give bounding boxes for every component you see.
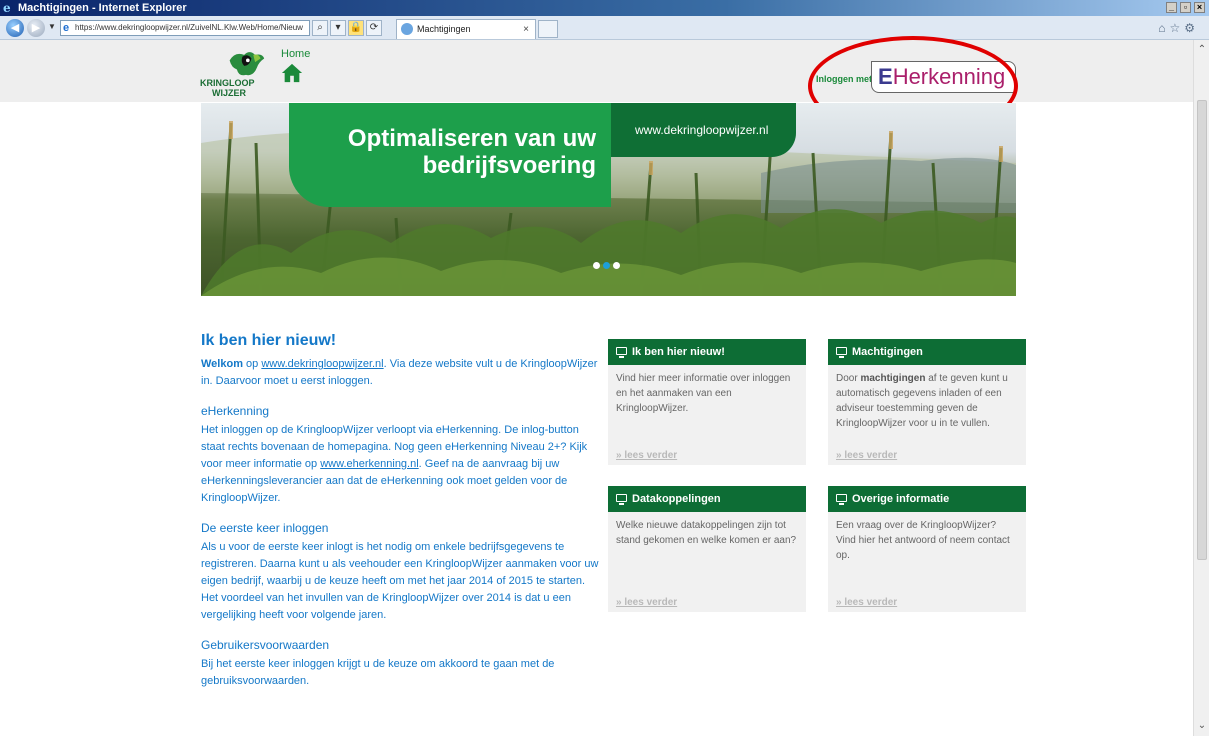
- favorites-star-icon[interactable]: ☆: [1169, 21, 1184, 35]
- search-icon[interactable]: ⌕: [312, 20, 328, 36]
- card-ik-ben-hier-nieuw[interactable]: Ik ben hier nieuw! Vind hier meer inform…: [608, 339, 806, 465]
- tab-page-icon: [401, 23, 413, 35]
- address-bar[interactable]: e https://www.dekringloopwijzer.nl/Zuive…: [60, 20, 310, 36]
- address-tools: ⌕ ▾ 🔒 ⟳: [312, 20, 382, 36]
- intro-paragraph: Welkom op www.dekringloopwijzer.nl. Via …: [201, 356, 601, 390]
- scroll-up-icon[interactable]: ⌃: [1194, 42, 1209, 58]
- home-icon[interactable]: ⌂: [1158, 21, 1169, 35]
- site-link[interactable]: www.dekringloopwijzer.nl: [261, 358, 383, 370]
- lees-verder-link[interactable]: » lees verder: [616, 450, 677, 461]
- home-link[interactable]: Home: [281, 48, 310, 60]
- new-tab-button[interactable]: [538, 20, 558, 38]
- card-body: Een vraag over de KringloopWijzer? Vind …: [836, 520, 1010, 561]
- slide-dot[interactable]: [593, 262, 600, 269]
- gear-icon[interactable]: ⚙: [1184, 21, 1199, 35]
- hero-headline: Optimaliseren van uw bedrijfsvoering: [296, 125, 596, 179]
- card-overige-informatie[interactable]: Overige informatie Een vraag over de Kri…: [828, 486, 1026, 612]
- toolbar-right-icons: ⌂☆⚙: [1158, 21, 1199, 35]
- address-text: https://www.dekringloopwijzer.nl/ZuivelN…: [75, 23, 303, 32]
- lees-verder-link[interactable]: » lees verder: [616, 597, 677, 608]
- section-terms-title: Gebruikersvoorwaarden: [201, 638, 330, 652]
- dropdown-icon[interactable]: ▾: [330, 20, 346, 36]
- ie-logo-icon: e: [3, 1, 11, 15]
- monitor-icon: [836, 347, 847, 358]
- card-body-bold: machtigingen: [860, 373, 926, 384]
- scroll-thumb[interactable]: [1197, 100, 1207, 560]
- kringloopwijzer-logo[interactable]: KRINGLOOP WIJZER: [200, 49, 276, 99]
- window-title: Machtigingen - Internet Explorer: [18, 2, 187, 14]
- section-eherkenning-text: Het inloggen op de KringloopWijzer verlo…: [201, 422, 601, 507]
- card-body-a: Door: [836, 373, 861, 384]
- card-body: Welke nieuwe datakoppelingen zijn tot st…: [616, 520, 797, 546]
- back-button[interactable]: ◀: [6, 19, 24, 37]
- slide-indicators: [593, 262, 620, 269]
- intro-bold: Welkom: [201, 358, 243, 370]
- monitor-icon: [616, 347, 627, 358]
- hero-headline-line-2: bedrijfsvoering: [422, 152, 596, 179]
- tab-close-icon[interactable]: ×: [523, 20, 529, 39]
- section-eherkenning-title: eHerkenning: [201, 404, 270, 418]
- slide-dot[interactable]: [613, 262, 620, 269]
- refresh-icon[interactable]: ⟳: [366, 20, 382, 36]
- card-datakoppelingen[interactable]: Datakoppelingen Welke nieuwe datakoppeli…: [608, 486, 806, 612]
- logo-line-2: WIJZER: [212, 88, 247, 98]
- article-title: Ik ben hier nieuw!: [201, 332, 337, 349]
- hero-headline-line-1: Optimaliseren van uw: [347, 125, 596, 152]
- hero-url[interactable]: www.dekringloopwijzer.nl: [635, 123, 768, 137]
- browser-toolbar: ◀ ▶ ▼ e https://www.dekringloopwijzer.nl…: [0, 16, 1209, 40]
- card-title: Overige informatie: [852, 493, 950, 505]
- lees-verder-link[interactable]: » lees verder: [836, 450, 897, 461]
- tab-title: Machtigingen: [417, 24, 471, 34]
- card-header[interactable]: Ik ben hier nieuw!: [608, 339, 806, 365]
- monitor-icon: [616, 494, 627, 505]
- cow-logo-icon: [229, 52, 265, 76]
- page-icon: e: [63, 22, 70, 34]
- lock-icon[interactable]: 🔒: [348, 20, 364, 36]
- history-dropdown-icon[interactable]: ▼: [48, 22, 56, 31]
- section-terms-text: Bij het eerste keer inloggen krijgt u de…: [201, 658, 555, 687]
- home-icon[interactable]: [281, 62, 303, 84]
- card-title: Datakoppelingen: [632, 493, 721, 505]
- card-title: Ik ben hier nieuw!: [632, 346, 725, 358]
- eherkenning-link[interactable]: www.eherkenning.nl: [320, 458, 418, 470]
- card-body: Vind hier meer informatie over inloggen …: [616, 373, 791, 414]
- minimize-icon[interactable]: _: [1166, 2, 1177, 13]
- hero-banner[interactable]: Optimaliseren van uw bedrijfsvoering www…: [201, 103, 1016, 296]
- maximize-icon[interactable]: ▫: [1180, 2, 1191, 13]
- intro-op: op: [242, 358, 262, 370]
- card-title: Machtigingen: [852, 346, 923, 358]
- card-body: Door machtigingen af te geven kunt u aut…: [828, 365, 1026, 445]
- article: Ik ben hier nieuw! Welkom op www.dekring…: [201, 332, 601, 690]
- close-icon[interactable]: ×: [1194, 2, 1205, 13]
- monitor-icon: [836, 494, 847, 505]
- card-header[interactable]: Overige informatie: [828, 486, 1026, 512]
- card-header[interactable]: Machtigingen: [828, 339, 1026, 365]
- forward-button[interactable]: ▶: [27, 19, 45, 37]
- tab-machtigingen[interactable]: Machtigingen ×: [396, 19, 536, 39]
- logo-line-1: KRINGLOOP: [200, 78, 255, 88]
- slide-dot-active[interactable]: [603, 262, 610, 269]
- card-machtigingen[interactable]: Machtigingen Door machtigingen af te gev…: [828, 339, 1026, 465]
- card-header[interactable]: Datakoppelingen: [608, 486, 806, 512]
- vertical-scrollbar[interactable]: ⌃ ⌄: [1193, 40, 1209, 736]
- section-first-login-title: De eerste keer inloggen: [201, 521, 329, 535]
- scroll-down-icon[interactable]: ⌄: [1194, 718, 1209, 734]
- lees-verder-link[interactable]: » lees verder: [836, 597, 897, 608]
- section-first-login-text: Als u voor de eerste keer inlogt is het …: [201, 541, 599, 621]
- window-titlebar: e Machtigingen - Internet Explorer _ ▫ ×: [0, 0, 1209, 16]
